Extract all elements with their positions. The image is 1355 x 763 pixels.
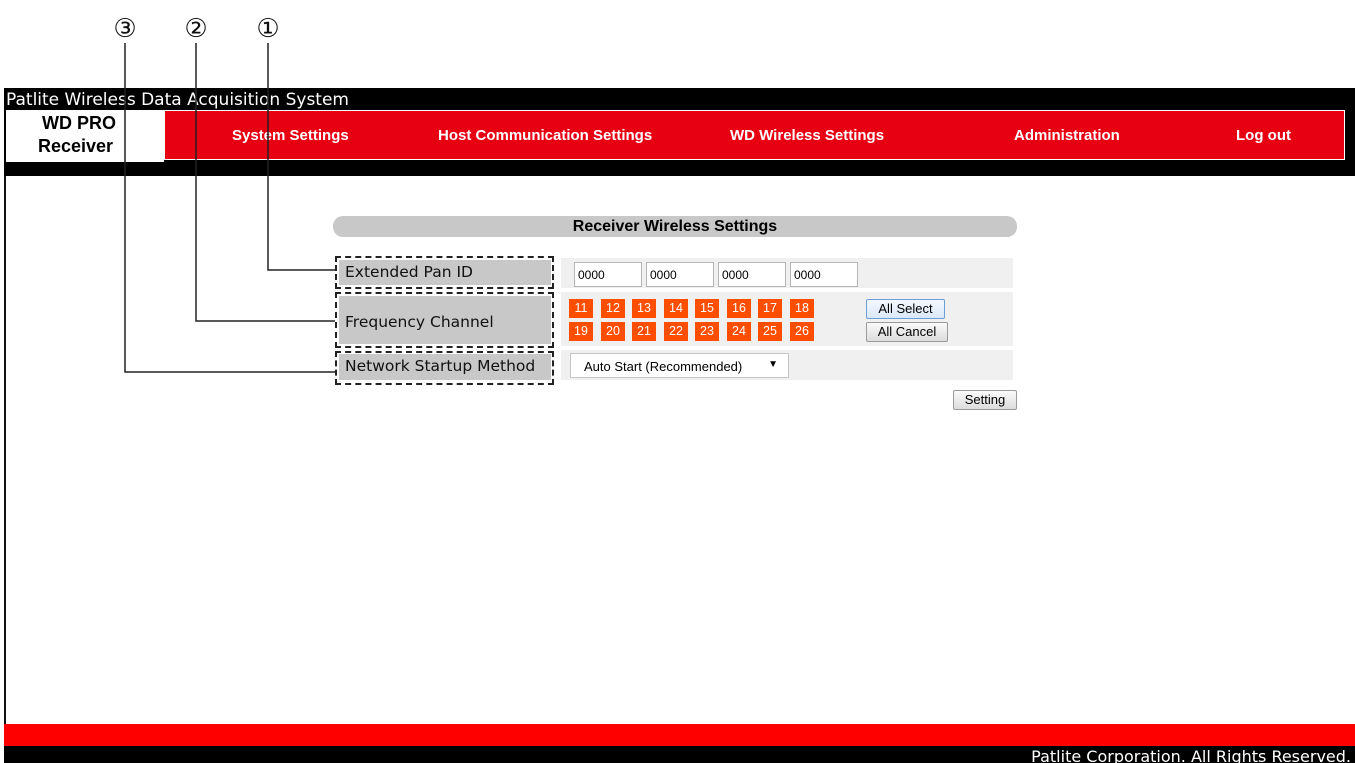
channel-24[interactable]: 24	[727, 322, 751, 341]
frame-left-border	[4, 88, 6, 763]
copyright-text: Patlite Corporation. All Rights Reserved…	[1031, 747, 1351, 763]
all-cancel-button[interactable]: All Cancel	[866, 322, 948, 342]
nav-wd-wireless-settings[interactable]: WD Wireless Settings	[730, 127, 884, 144]
channel-20[interactable]: 20	[601, 322, 625, 341]
all-select-button[interactable]: All Select	[866, 299, 945, 319]
channel-26[interactable]: 26	[790, 322, 814, 341]
app-title: Patlite Wireless Data Acquisition System	[6, 90, 349, 110]
network-startup-select[interactable]: Auto Start (Recommended) ▼	[570, 353, 789, 378]
channel-12[interactable]: 12	[601, 299, 625, 318]
nav-administration[interactable]: Administration	[1014, 127, 1120, 144]
channel-21[interactable]: 21	[632, 322, 656, 341]
pan-id-input-3[interactable]: 0000	[718, 262, 786, 287]
channel-19[interactable]: 19	[569, 322, 593, 341]
nav-system-settings[interactable]: System Settings	[232, 127, 349, 144]
frequency-callout-box	[335, 292, 554, 348]
callout-marker-1: ①	[256, 14, 280, 44]
app-title-bar: Patlite Wireless Data Acquisition System	[4, 88, 1355, 110]
pan-id-input-1[interactable]: 0000	[574, 262, 642, 287]
channel-11[interactable]: 11	[569, 299, 593, 318]
callout-line-2	[195, 43, 335, 322]
chevron-down-icon: ▼	[768, 359, 778, 370]
product-logo: WD PRO Receiver	[6, 110, 164, 162]
nav-host-communication-settings[interactable]: Host Communication Settings	[438, 127, 652, 144]
channel-25[interactable]: 25	[758, 322, 782, 341]
channel-23[interactable]: 23	[695, 322, 719, 341]
footer-bar: Patlite Corporation. All Rights Reserved…	[4, 746, 1355, 763]
pan-id-input-2[interactable]: 0000	[646, 262, 714, 287]
channel-22[interactable]: 22	[664, 322, 688, 341]
logo-line-2: Receiver	[38, 136, 114, 156]
startup-callout-box	[335, 351, 554, 385]
network-startup-selected: Auto Start (Recommended)	[584, 359, 743, 374]
footer-red-bar	[4, 724, 1355, 746]
logo-line-1: WD PRO	[42, 113, 116, 133]
channel-18[interactable]: 18	[790, 299, 814, 318]
panel-title: Receiver Wireless Settings	[333, 216, 1017, 237]
pan-id-callout-box	[335, 256, 554, 289]
callout-marker-2: ②	[184, 14, 208, 44]
channel-15[interactable]: 15	[695, 299, 719, 318]
callout-marker-3: ③	[113, 14, 137, 44]
channel-17[interactable]: 17	[758, 299, 782, 318]
pan-id-input-4[interactable]: 0000	[790, 262, 858, 287]
nav-log-out[interactable]: Log out	[1236, 127, 1291, 144]
channel-16[interactable]: 16	[727, 299, 751, 318]
channel-13[interactable]: 13	[632, 299, 656, 318]
channel-14[interactable]: 14	[664, 299, 688, 318]
main-nav: System Settings Host Communication Setti…	[164, 110, 1345, 160]
setting-button[interactable]: Setting	[953, 390, 1017, 410]
